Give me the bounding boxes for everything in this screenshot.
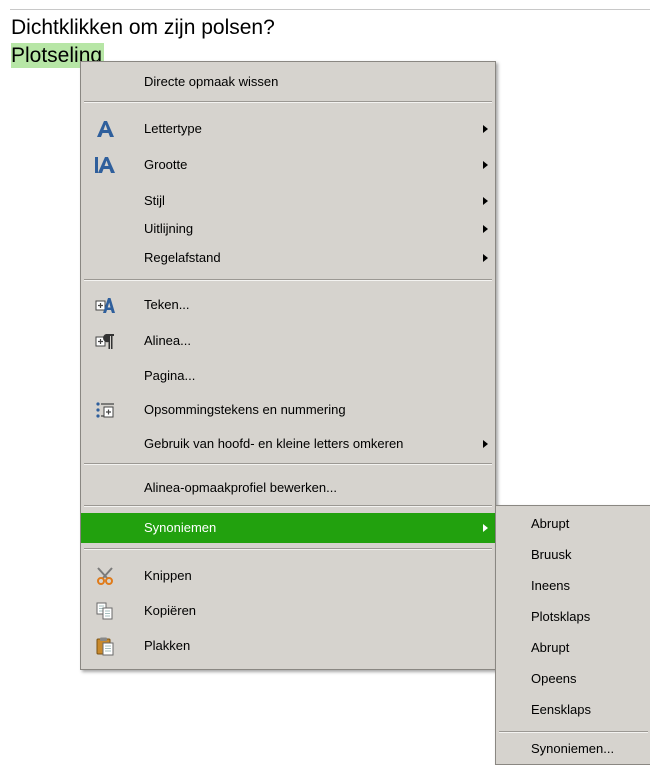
menu-item-page[interactable]: Pagina... (81, 361, 495, 391)
submenu-arrow-icon (483, 225, 488, 233)
menu-separator (84, 279, 492, 281)
context-menu: Directe opmaak wissen Lettertype Grootte… (80, 61, 496, 670)
bullets-numbering-icon (95, 400, 115, 420)
synonym-label: Plotsklaps (531, 609, 591, 624)
submenu-arrow-icon (483, 440, 488, 448)
menu-separator (499, 731, 648, 733)
synonym-label: Eensklaps (531, 702, 591, 717)
menu-item-label: Kopiëren (144, 603, 197, 618)
menu-item-font[interactable]: Lettertype (81, 114, 495, 144)
synonym-label: Synoniemen... (531, 741, 615, 756)
menu-item-label: Gebruik van hoofd- en kleine letters omk… (144, 436, 404, 451)
menu-item-label: Synoniemen (144, 520, 217, 535)
menu-separator (84, 548, 492, 550)
copy-icon (95, 601, 115, 621)
scissors-icon (95, 566, 115, 586)
menu-item-synonyms[interactable]: Synoniemen (81, 513, 495, 543)
synonym-item[interactable]: Abrupt (496, 634, 650, 662)
menu-item-cut[interactable]: Knippen (81, 561, 495, 591)
submenu-arrow-icon (483, 197, 488, 205)
menu-item-label: Teken... (144, 297, 190, 312)
menu-item-edit-paragraph-style[interactable]: Alinea-opmaakprofiel bewerken... (81, 473, 495, 503)
synonym-label: Abrupt (531, 640, 570, 655)
synonym-label: Ineens (531, 578, 571, 593)
menu-item-clear-formatting[interactable]: Directe opmaak wissen (81, 67, 495, 97)
synonyms-dialog-item[interactable]: Synoniemen... (496, 735, 650, 763)
menu-item-label: Stijl (144, 193, 165, 208)
menu-item-size[interactable]: Grootte (81, 150, 495, 180)
paste-icon (95, 636, 115, 656)
menu-item-style[interactable]: Stijl (81, 186, 495, 216)
menu-item-label: Alinea-opmaakprofiel bewerken... (144, 480, 337, 495)
menu-item-bullets-numbering[interactable]: Opsommingstekens en nummering (81, 395, 495, 425)
menu-separator (84, 463, 492, 465)
menu-item-label: Lettertype (144, 121, 202, 136)
synonym-item[interactable]: Ineens (496, 572, 650, 600)
submenu-arrow-icon (483, 125, 488, 133)
menu-separator (84, 505, 492, 507)
synonym-label: Bruusk (531, 547, 572, 562)
submenu-arrow-icon (483, 254, 488, 262)
synonym-item[interactable]: Opeens (496, 665, 650, 693)
synonym-item[interactable]: Bruusk (496, 541, 650, 569)
menu-item-label: Opsommingstekens en nummering (144, 402, 346, 417)
menu-item-character[interactable]: Teken... (81, 290, 495, 320)
document-text-line: Dichtklikken om zijn polsen? (11, 16, 275, 39)
synonyms-submenu: Abrupt Bruusk Ineens Plotsklaps Abrupt O… (495, 505, 650, 765)
menu-item-label: Knippen (144, 568, 192, 583)
ruler-line (10, 9, 650, 10)
submenu-arrow-icon (483, 161, 488, 169)
font-size-icon (95, 155, 115, 175)
synonym-item[interactable]: Plotsklaps (496, 603, 650, 631)
menu-item-label: Pagina... (144, 368, 196, 383)
menu-item-label: Alinea... (144, 333, 191, 348)
menu-separator (84, 101, 492, 103)
menu-item-paragraph[interactable]: Alinea... (81, 326, 495, 356)
menu-item-copy[interactable]: Kopiëren (81, 596, 495, 626)
font-icon (95, 119, 115, 139)
menu-item-label: Directe opmaak wissen (144, 74, 279, 89)
menu-item-label: Regelafstand (144, 250, 221, 265)
menu-item-line-spacing[interactable]: Regelafstand (81, 243, 495, 273)
menu-item-label: Uitlijning (144, 221, 194, 236)
character-dialog-icon (95, 295, 115, 315)
synonym-item[interactable]: Eensklaps (496, 696, 650, 724)
submenu-arrow-icon (483, 524, 488, 532)
menu-item-paste[interactable]: Plakken (81, 631, 495, 661)
menu-item-label: Grootte (144, 157, 188, 172)
menu-item-alignment[interactable]: Uitlijning (81, 214, 495, 244)
paragraph-dialog-icon (95, 331, 115, 351)
menu-item-label: Plakken (144, 638, 191, 653)
synonym-label: Abrupt (531, 516, 570, 531)
synonym-label: Opeens (531, 671, 577, 686)
synonym-item[interactable]: Abrupt (496, 510, 650, 538)
menu-item-change-case[interactable]: Gebruik van hoofd- en kleine letters omk… (81, 429, 495, 459)
